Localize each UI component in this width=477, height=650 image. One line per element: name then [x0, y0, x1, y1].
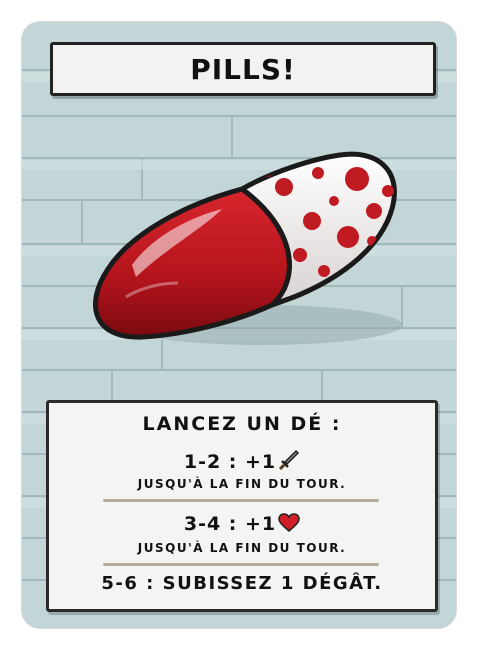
heart-icon: [278, 513, 300, 532]
divider: [103, 499, 379, 502]
rule-roll-3-4: 3-4 : +1: [49, 513, 435, 535]
rules-heading: LANCEZ UN DÉ :: [142, 413, 342, 435]
title-banner: PILLS!: [50, 42, 436, 96]
rule-roll-1-2-label: 1-2 : +1: [183, 451, 277, 473]
pill-capsule-image: [92, 151, 402, 345]
divider: [103, 563, 379, 566]
card-title: PILLS!: [190, 52, 296, 86]
rule-roll-3-4-subtext: JUSQU'À LA FIN DU TOUR.: [137, 541, 347, 555]
rule-roll-1-2-subtext: JUSQU'À LA FIN DU TOUR.: [137, 477, 347, 491]
sword-icon: [279, 449, 300, 471]
rule-roll-1-2: 1-2 : +1: [49, 449, 435, 473]
rule-roll-3-4-label: 3-4 : +1: [183, 513, 277, 535]
rule-roll-5-6: 5-6 : SUBISSEZ 1 DÉGÂT.: [101, 573, 383, 594]
game-card: PILLS! LANCEZ UN DÉ: 1-2: +1 JUSQU'À L…: [22, 22, 456, 628]
rules-box: LANCEZ UN DÉ : 1-2 : +1 JUSQU'À LA FIN D…: [46, 400, 438, 612]
